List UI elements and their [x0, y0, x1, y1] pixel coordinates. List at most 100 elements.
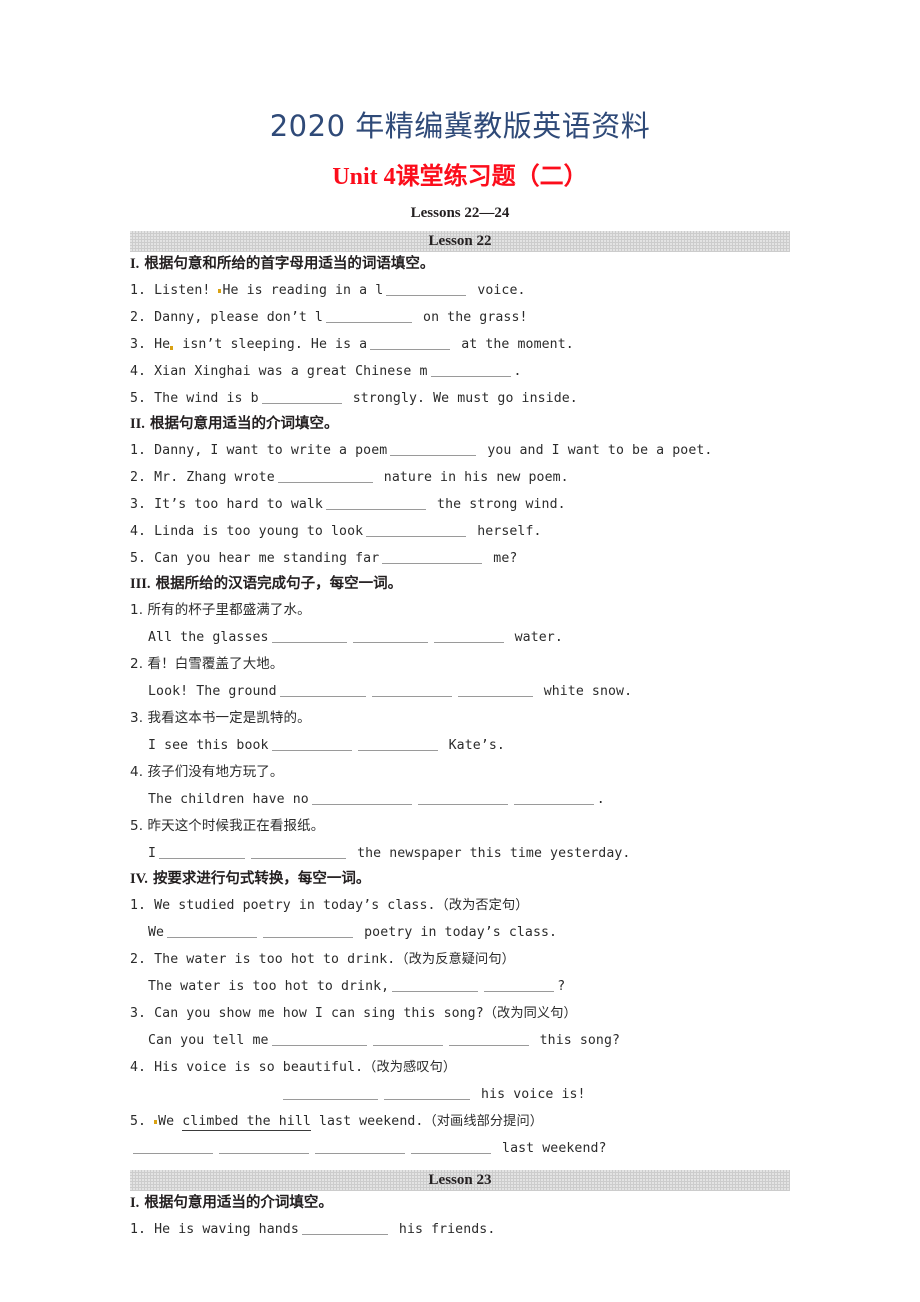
- item-number: 1.: [130, 443, 147, 458]
- question-item: I the newspaper this time yesterday.: [130, 840, 790, 867]
- question-item: Can you tell me this song?: [130, 1027, 790, 1054]
- item-prompt-text: We studied poetry in today’s class.（改为否定…: [154, 898, 529, 913]
- answer-blank[interactable]: [311, 791, 412, 805]
- item-text-post: poetry in today’s class.: [364, 925, 558, 940]
- question-prompt: 3. Can you show me how I can sing this s…: [130, 1000, 790, 1027]
- item-prompt-post: last weekend.（对画线部分提问）: [310, 1114, 544, 1129]
- question-item: 1. Danny, I want to write a poem you and…: [130, 437, 790, 464]
- item-text-pre: Linda is too young to look: [154, 524, 364, 539]
- answer-blank[interactable]: [159, 845, 246, 859]
- question-item: The water is too hot to drink,?: [130, 973, 790, 1000]
- section-heading-2: II. 根据句意用适当的介词填空。: [130, 412, 790, 437]
- item-text-cn: 昨天这个时候我正在看报纸。: [147, 818, 325, 834]
- answer-blank[interactable]: [357, 737, 438, 751]
- answer-blank[interactable]: [263, 924, 354, 938]
- answer-blank[interactable]: [417, 791, 508, 805]
- item-number: 2.: [130, 470, 147, 485]
- item-number: 3.: [130, 337, 147, 352]
- scan-artifact-icon: [154, 1120, 158, 1124]
- item-number: 4.: [130, 524, 147, 539]
- document-watermark: 2020 年精编冀教版英语资料: [269, 109, 651, 143]
- answer-blank[interactable]: [261, 390, 342, 404]
- answer-blank[interactable]: [384, 1086, 470, 1100]
- item-text-pre: Look! The ground: [148, 684, 277, 699]
- answer-blank[interactable]: [325, 309, 412, 323]
- page-title: Unit 4课堂练习题（二）: [332, 164, 588, 190]
- answer-blank[interactable]: [430, 363, 511, 377]
- answer-blank[interactable]: [392, 978, 479, 992]
- question-item: 2. Mr. Zhang wrote nature in his new poe…: [130, 464, 790, 491]
- item-text-pre: Listen! He is reading in a l: [154, 283, 384, 298]
- item-number: 2.: [130, 952, 147, 967]
- answer-blank[interactable]: [271, 629, 347, 643]
- item-number: 3.: [130, 497, 147, 512]
- answer-blank[interactable]: [382, 550, 483, 564]
- lesson-bar-23: Lesson 23: [130, 1170, 790, 1191]
- answer-blank[interactable]: [277, 469, 373, 483]
- answer-blank[interactable]: [371, 683, 452, 697]
- answer-blank[interactable]: [457, 683, 533, 697]
- item-text-pre: It’s too hard to walk: [154, 497, 323, 512]
- answer-blank[interactable]: [411, 1140, 491, 1154]
- item-number: 2.: [130, 656, 144, 672]
- item-text-pre: I see this book: [148, 738, 269, 753]
- item-text-post: me?: [493, 551, 518, 566]
- question-item: 1. He is waving hands his friends.: [130, 1216, 790, 1243]
- answer-blank[interactable]: [366, 523, 467, 537]
- item-text-post: the newspaper this time yesterday.: [357, 846, 631, 861]
- item-text-pre: Mr. Zhang wrote: [154, 470, 275, 485]
- answer-blank[interactable]: [279, 683, 366, 697]
- answer-blank[interactable]: [372, 1032, 443, 1046]
- answer-blank[interactable]: [352, 629, 428, 643]
- item-text-post: water.: [514, 630, 563, 645]
- scan-artifact-icon: [170, 346, 174, 350]
- item-text-pre: We: [148, 925, 165, 940]
- answer-blank[interactable]: [390, 442, 477, 456]
- question-prompt-cn: 1. 所有的杯子里都盛满了水。: [130, 597, 790, 624]
- answer-blank[interactable]: [271, 1032, 367, 1046]
- question-item: his voice is!: [130, 1081, 790, 1108]
- answer-blank[interactable]: [448, 1032, 529, 1046]
- worksheet-page: 2020 年精编冀教版英语资料 Unit 4课堂练习题（二） Lessons 2…: [0, 0, 920, 1302]
- question-item: I see this book Kate’s.: [130, 732, 790, 759]
- item-number: 3.: [130, 710, 144, 726]
- section-heading-text: 根据所给的汉语完成句子，每空一词。: [155, 576, 403, 592]
- question-item: last weekend?: [130, 1135, 790, 1162]
- answer-blank[interactable]: [513, 791, 594, 805]
- question-prompt: 1. We studied poetry in today’s class.（改…: [130, 892, 790, 919]
- item-text-post: voice.: [477, 283, 526, 298]
- answer-blank[interactable]: [301, 1221, 388, 1235]
- item-prompt-text: The water is too hot to drink.（改为反意疑问句）: [154, 952, 515, 967]
- answer-blank[interactable]: [167, 924, 258, 938]
- section-roman: II.: [130, 416, 145, 432]
- answer-blank[interactable]: [251, 845, 347, 859]
- item-text-pre: Can you hear me standing far: [154, 551, 380, 566]
- answer-blank[interactable]: [433, 629, 504, 643]
- answer-blank[interactable]: [386, 282, 467, 296]
- item-text-pre: I: [148, 846, 157, 861]
- answer-blank[interactable]: [370, 336, 451, 350]
- item-prompt-text: Can you show me how I can sing this song…: [154, 1006, 577, 1021]
- answer-blank[interactable]: [315, 1140, 405, 1154]
- item-number: 3.: [130, 1006, 147, 1021]
- item-text-post: his voice is!: [481, 1087, 586, 1102]
- item-text-post: white snow.: [543, 684, 633, 699]
- question-item: 2. Danny, please don’t l on the grass!: [130, 304, 790, 331]
- item-number: 1.: [130, 283, 147, 298]
- answer-blank[interactable]: [133, 1140, 213, 1154]
- question-item: We poetry in today’s class.: [130, 919, 790, 946]
- answer-blank[interactable]: [484, 978, 555, 992]
- section-heading-l23-1: I. 根据句意用适当的介词填空。: [130, 1191, 790, 1216]
- section-roman: IV.: [130, 871, 148, 887]
- item-number: 4.: [130, 364, 147, 379]
- answer-blank[interactable]: [219, 1140, 309, 1154]
- lesson-bar-22: Lesson 22: [130, 231, 790, 252]
- section-heading-3: III. 根据所给的汉语完成句子，每空一词。: [130, 572, 790, 597]
- item-text-pre: The children have no: [148, 792, 309, 807]
- question-item: Look! The ground white snow.: [130, 678, 790, 705]
- answer-blank[interactable]: [325, 496, 426, 510]
- answer-blank[interactable]: [283, 1086, 378, 1100]
- answer-blank[interactable]: [271, 737, 352, 751]
- question-item: 5. The wind is b strongly. We must go in…: [130, 385, 790, 412]
- item-number: 4.: [130, 764, 144, 780]
